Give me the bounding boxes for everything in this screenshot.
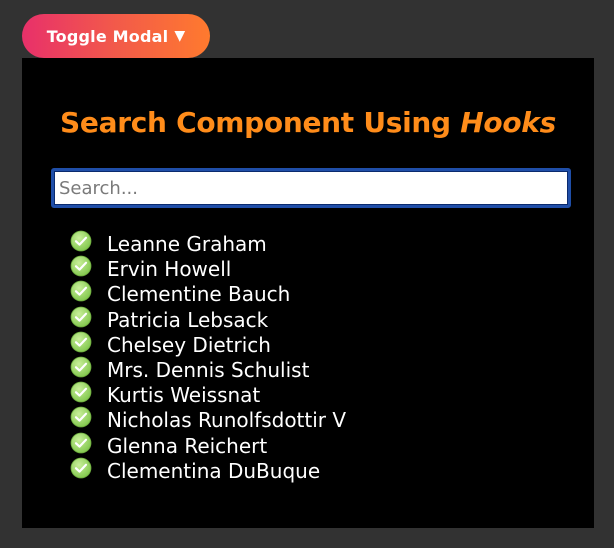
list-item: Clementine Bauch xyxy=(70,280,346,307)
list-item: Nicholas Runolfsdottir V xyxy=(70,406,347,433)
search-field-wrapper xyxy=(51,168,571,208)
list-item: Glenna Reichert xyxy=(70,432,346,459)
modal: Search Component Using Hooks Leanne Grah… xyxy=(22,58,594,528)
list-item-name: Glenna Reichert xyxy=(107,433,268,458)
list-item-name: Kurtis Weissnat xyxy=(107,383,261,408)
user-list: Leanne Graham Ervin Howell Clementine Bauc… xyxy=(70,230,347,484)
check-circle-icon xyxy=(70,381,92,403)
list-item: Chelsey Dietrich xyxy=(70,331,346,358)
list-item: Clementina DuBuque xyxy=(70,457,346,484)
list-item-name: Leanne Graham xyxy=(107,232,267,257)
list-item-name: Patricia Lebsack xyxy=(107,307,269,332)
list-item-name: Chelsey Dietrich xyxy=(107,332,271,357)
check-circle-icon xyxy=(70,356,92,378)
list-item: Ervin Howell xyxy=(70,255,346,282)
check-circle-icon xyxy=(70,306,92,327)
title-emphasis: Hooks xyxy=(460,106,556,139)
modal-title: Search Component Using Hooks xyxy=(22,106,594,139)
check-circle-icon xyxy=(70,406,92,428)
list-item-name: Nicholas Runolfsdottir V xyxy=(107,408,347,433)
caret-down-icon: ▼ xyxy=(174,28,186,44)
list-item-name: Ervin Howell xyxy=(107,257,232,282)
list-item-name: Mrs. Dennis Schulist xyxy=(107,358,310,383)
toggle-modal-label: Toggle Modal xyxy=(46,26,169,46)
check-circle-icon xyxy=(70,230,92,252)
check-circle-icon xyxy=(70,331,92,353)
list-item-name: Clementina DuBuque xyxy=(107,458,321,483)
list-item: Leanne Graham xyxy=(70,230,346,257)
list-item: Kurtis Weissnat xyxy=(70,381,346,408)
check-circle-icon xyxy=(70,457,92,479)
list-item-name: Clementine Bauch xyxy=(107,282,291,307)
toggle-modal-button[interactable]: Toggle Modal ▼ xyxy=(22,14,210,58)
list-item: Patricia Lebsack xyxy=(70,306,346,333)
title-main: Search Component Using xyxy=(60,106,461,139)
list-item: Mrs. Dennis Schulist xyxy=(70,356,346,383)
check-circle-icon xyxy=(70,280,92,302)
search-input[interactable] xyxy=(54,171,568,205)
check-circle-icon xyxy=(70,432,92,453)
check-circle-icon xyxy=(70,255,92,277)
